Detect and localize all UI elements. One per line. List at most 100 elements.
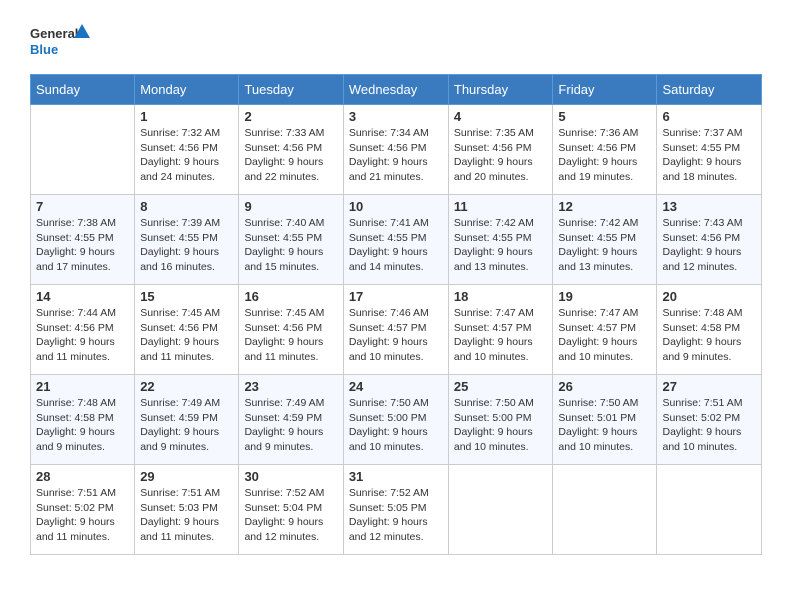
calendar-cell: 31 Sunrise: 7:52 AM Sunset: 5:05 PM Dayli… — [343, 465, 448, 555]
calendar-cell: 28 Sunrise: 7:51 AM Sunset: 5:02 PM Dayli… — [31, 465, 135, 555]
day-number: 9 — [244, 199, 337, 214]
weekday-header: Tuesday — [239, 75, 343, 105]
day-info: Sunrise: 7:41 AM Sunset: 4:55 PM Dayligh… — [349, 216, 443, 275]
day-info: Sunrise: 7:52 AM Sunset: 5:05 PM Dayligh… — [349, 486, 443, 545]
calendar-table: SundayMondayTuesdayWednesdayThursdayFrid… — [30, 74, 762, 555]
day-number: 7 — [36, 199, 129, 214]
calendar-week-row: 7 Sunrise: 7:38 AM Sunset: 4:55 PM Daylig… — [31, 195, 762, 285]
calendar-cell: 2 Sunrise: 7:33 AM Sunset: 4:56 PM Daylig… — [239, 105, 343, 195]
day-number: 24 — [349, 379, 443, 394]
day-info: Sunrise: 7:33 AM Sunset: 4:56 PM Dayligh… — [244, 126, 337, 185]
day-info: Sunrise: 7:32 AM Sunset: 4:56 PM Dayligh… — [140, 126, 233, 185]
calendar-cell: 23Sunrise: 7:49 AM Sunset: 4:59 PM Dayli… — [239, 375, 343, 465]
calendar-cell: 27Sunrise: 7:51 AM Sunset: 5:02 PM Dayli… — [657, 375, 762, 465]
day-info: Sunrise: 7:45 AM Sunset: 4:56 PM Dayligh… — [140, 306, 233, 365]
day-number: 6 — [662, 109, 756, 124]
day-info: Sunrise: 7:43 AM Sunset: 4:56 PM Dayligh… — [662, 216, 756, 275]
calendar-cell: 10 Sunrise: 7:41 AM Sunset: 4:55 PM Dayli… — [343, 195, 448, 285]
calendar-cell: 16 Sunrise: 7:45 AM Sunset: 4:56 PM Dayli… — [239, 285, 343, 375]
day-number: 25 — [454, 379, 548, 394]
day-info: Sunrise: 7:45 AM Sunset: 4:56 PM Dayligh… — [244, 306, 337, 365]
day-info: Sunrise: 7:39 AM Sunset: 4:55 PM Dayligh… — [140, 216, 233, 275]
day-info: Sunrise: 7:46 AM Sunset: 4:57 PM Dayligh… — [349, 306, 443, 365]
day-info: Sunrise: 7:36 AM Sunset: 4:56 PM Dayligh… — [558, 126, 651, 185]
day-info: Sunrise: 7:48 AM Sunset: 4:58 PM Dayligh… — [36, 396, 129, 455]
day-number: 13 — [662, 199, 756, 214]
day-number: 10 — [349, 199, 443, 214]
calendar-cell: 24 Sunrise: 7:50 AM Sunset: 5:00 PM Dayli… — [343, 375, 448, 465]
day-number: 1 — [140, 109, 233, 124]
day-number: 2 — [244, 109, 337, 124]
day-number: 18 — [454, 289, 548, 304]
day-number: 11 — [454, 199, 548, 214]
day-info: Sunrise: 7:51 AM Sunset: 5:02 PM Dayligh… — [36, 486, 129, 545]
calendar-cell: 8Sunrise: 7:39 AM Sunset: 4:55 PM Daylig… — [135, 195, 239, 285]
weekday-header: Sunday — [31, 75, 135, 105]
day-number: 19 — [558, 289, 651, 304]
calendar-cell: 22Sunrise: 7:49 AM Sunset: 4:59 PM Dayli… — [135, 375, 239, 465]
page-header: General Blue — [30, 20, 762, 64]
calendar-cell: 9 Sunrise: 7:40 AM Sunset: 4:55 PM Daylig… — [239, 195, 343, 285]
day-info: Sunrise: 7:49 AM Sunset: 4:59 PM Dayligh… — [140, 396, 233, 455]
day-number: 4 — [454, 109, 548, 124]
calendar-cell: 30 Sunrise: 7:52 AM Sunset: 5:04 PM Dayli… — [239, 465, 343, 555]
calendar-week-row: 1 Sunrise: 7:32 AM Sunset: 4:56 PM Daylig… — [31, 105, 762, 195]
calendar-cell: 5 Sunrise: 7:36 AM Sunset: 4:56 PM Daylig… — [553, 105, 657, 195]
calendar-cell: 7 Sunrise: 7:38 AM Sunset: 4:55 PM Daylig… — [31, 195, 135, 285]
day-info: Sunrise: 7:50 AM Sunset: 5:00 PM Dayligh… — [349, 396, 443, 455]
day-number: 5 — [558, 109, 651, 124]
logo-svg: General Blue — [30, 20, 90, 64]
day-info: Sunrise: 7:35 AM Sunset: 4:56 PM Dayligh… — [454, 126, 548, 185]
calendar-cell — [448, 465, 553, 555]
calendar-cell: 21 Sunrise: 7:48 AM Sunset: 4:58 PM Dayli… — [31, 375, 135, 465]
day-info: Sunrise: 7:52 AM Sunset: 5:04 PM Dayligh… — [244, 486, 337, 545]
calendar-cell: 29Sunrise: 7:51 AM Sunset: 5:03 PM Dayli… — [135, 465, 239, 555]
calendar-cell: 17 Sunrise: 7:46 AM Sunset: 4:57 PM Dayli… — [343, 285, 448, 375]
day-info: Sunrise: 7:42 AM Sunset: 4:55 PM Dayligh… — [454, 216, 548, 275]
day-number: 20 — [662, 289, 756, 304]
weekday-header-row: SundayMondayTuesdayWednesdayThursdayFrid… — [31, 75, 762, 105]
day-info: Sunrise: 7:47 AM Sunset: 4:57 PM Dayligh… — [454, 306, 548, 365]
day-number: 16 — [244, 289, 337, 304]
day-number: 3 — [349, 109, 443, 124]
day-number: 31 — [349, 469, 443, 484]
day-number: 17 — [349, 289, 443, 304]
weekday-header: Saturday — [657, 75, 762, 105]
svg-text:General: General — [30, 26, 78, 41]
day-info: Sunrise: 7:40 AM Sunset: 4:55 PM Dayligh… — [244, 216, 337, 275]
calendar-cell: 11 Sunrise: 7:42 AM Sunset: 4:55 PM Dayli… — [448, 195, 553, 285]
day-number: 15 — [140, 289, 233, 304]
calendar-cell: 20 Sunrise: 7:48 AM Sunset: 4:58 PM Dayli… — [657, 285, 762, 375]
day-info: Sunrise: 7:51 AM Sunset: 5:03 PM Dayligh… — [140, 486, 233, 545]
calendar-week-row: 21 Sunrise: 7:48 AM Sunset: 4:58 PM Dayli… — [31, 375, 762, 465]
logo: General Blue — [30, 20, 90, 64]
day-info: Sunrise: 7:50 AM Sunset: 5:00 PM Dayligh… — [454, 396, 548, 455]
day-number: 21 — [36, 379, 129, 394]
day-number: 30 — [244, 469, 337, 484]
weekday-header: Wednesday — [343, 75, 448, 105]
weekday-header: Friday — [553, 75, 657, 105]
calendar-cell: 6Sunrise: 7:37 AM Sunset: 4:55 PM Daylig… — [657, 105, 762, 195]
calendar-cell — [553, 465, 657, 555]
day-number: 23 — [244, 379, 337, 394]
weekday-header: Monday — [135, 75, 239, 105]
day-info: Sunrise: 7:34 AM Sunset: 4:56 PM Dayligh… — [349, 126, 443, 185]
day-number: 12 — [558, 199, 651, 214]
day-number: 26 — [558, 379, 651, 394]
calendar-cell: 12 Sunrise: 7:42 AM Sunset: 4:55 PM Dayli… — [553, 195, 657, 285]
calendar-cell: 18 Sunrise: 7:47 AM Sunset: 4:57 PM Dayli… — [448, 285, 553, 375]
day-info: Sunrise: 7:38 AM Sunset: 4:55 PM Dayligh… — [36, 216, 129, 275]
calendar-cell: 3 Sunrise: 7:34 AM Sunset: 4:56 PM Daylig… — [343, 105, 448, 195]
calendar-cell: 25 Sunrise: 7:50 AM Sunset: 5:00 PM Dayli… — [448, 375, 553, 465]
day-info: Sunrise: 7:44 AM Sunset: 4:56 PM Dayligh… — [36, 306, 129, 365]
svg-text:Blue: Blue — [30, 42, 58, 57]
calendar-cell: 26 Sunrise: 7:50 AM Sunset: 5:01 PM Dayli… — [553, 375, 657, 465]
day-number: 28 — [36, 469, 129, 484]
day-info: Sunrise: 7:42 AM Sunset: 4:55 PM Dayligh… — [558, 216, 651, 275]
day-info: Sunrise: 7:51 AM Sunset: 5:02 PM Dayligh… — [662, 396, 756, 455]
day-info: Sunrise: 7:50 AM Sunset: 5:01 PM Dayligh… — [558, 396, 651, 455]
calendar-week-row: 14Sunrise: 7:44 AM Sunset: 4:56 PM Dayli… — [31, 285, 762, 375]
day-info: Sunrise: 7:48 AM Sunset: 4:58 PM Dayligh… — [662, 306, 756, 365]
calendar-cell — [31, 105, 135, 195]
calendar-cell: 13 Sunrise: 7:43 AM Sunset: 4:56 PM Dayli… — [657, 195, 762, 285]
